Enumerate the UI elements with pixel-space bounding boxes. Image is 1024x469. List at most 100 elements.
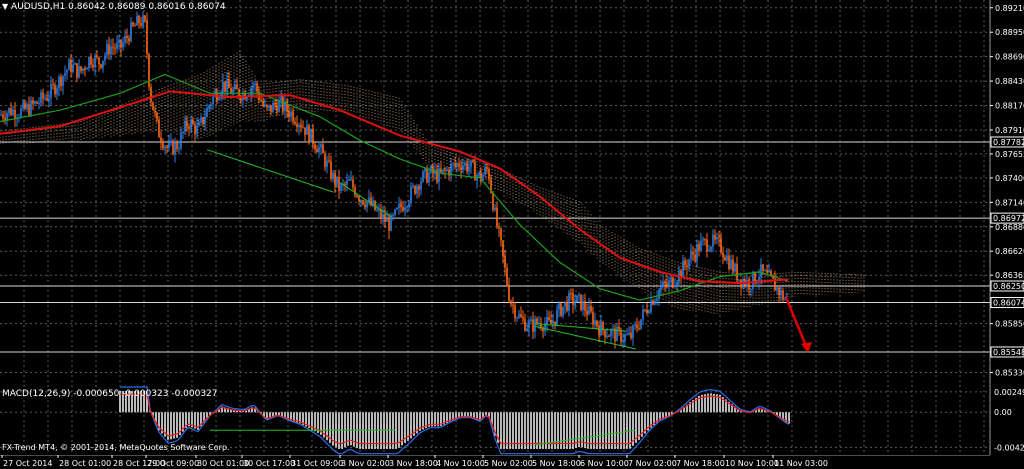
- candle-body: [334, 172, 336, 186]
- time-axis: 27 Oct 2014 28 Oct 01:00 28 Oct 17:0029 Oc…: [0, 455, 990, 468]
- candle-body: [404, 207, 406, 211]
- trendline[interactable]: [534, 323, 627, 332]
- time-axis-label: 7 Nov 02:00: [628, 459, 677, 468]
- candle-body: [596, 320, 598, 327]
- candle-body: [408, 202, 410, 208]
- price-axis-label: 0.86880: [995, 223, 1024, 232]
- candle-body: [764, 270, 766, 272]
- trendline[interactable]: [206, 149, 334, 193]
- candle-body: [286, 101, 288, 112]
- candle-body: [104, 55, 106, 61]
- candle-body: [694, 254, 696, 260]
- candle-body: [394, 209, 396, 215]
- price-axis-label: 0.87655: [995, 150, 1024, 159]
- candle-body: [570, 292, 572, 294]
- candle-body: [188, 126, 190, 129]
- candle-body: [26, 104, 28, 109]
- candle-body: [470, 160, 472, 167]
- candle-body: [38, 102, 40, 104]
- candle-body: [424, 168, 426, 172]
- down-arrow-line[interactable]: [784, 296, 810, 352]
- candle-body: [0, 114, 2, 116]
- candle-body: [276, 105, 278, 112]
- candle-body: [412, 185, 414, 187]
- time-axis-label: 3 Nov 02:00: [341, 459, 390, 468]
- price-chart-panel[interactable]: 0.89210 0.88950 0.88690 0.88430 0.88170 0.879…: [0, 0, 1024, 385]
- candle-body: [550, 319, 552, 324]
- candle-body: [20, 108, 22, 118]
- candle-body: [270, 105, 272, 112]
- candle-body: [686, 265, 688, 268]
- candle-body: [94, 55, 96, 68]
- time-axis-label: 11 Nov 03:00: [774, 459, 828, 468]
- candle-body: [526, 328, 528, 331]
- candle-body: [710, 246, 712, 251]
- candle-body: [58, 76, 60, 89]
- price-axis-label: 0.86620: [995, 247, 1024, 256]
- candle-body: [726, 255, 728, 261]
- candle-body: [70, 59, 72, 72]
- candle-body: [416, 186, 418, 194]
- candle-body: [706, 239, 708, 252]
- candle-body: [588, 305, 590, 315]
- candle-body: [296, 123, 298, 128]
- down-arrow-icon[interactable]: [801, 341, 812, 353]
- candle-body: [36, 101, 38, 104]
- candle-body: [760, 264, 762, 277]
- candle-body: [158, 119, 160, 138]
- symbol-label: AUDUSD,H1: [11, 2, 66, 12]
- time-axis-label: 29 Oct 09:00: [147, 459, 199, 468]
- time-axis-label: 7 Nov 18:00: [676, 459, 725, 468]
- candle-body: [116, 42, 118, 49]
- candle-body: [266, 105, 268, 108]
- candle-body: [144, 16, 146, 21]
- candle-body: [528, 321, 530, 329]
- candle-body: [402, 207, 404, 211]
- candle-body: [336, 176, 338, 186]
- price-chart-canvas[interactable]: 0.89210 0.88950 0.88690 0.88430 0.88170 0.879…: [0, 0, 1024, 385]
- candle-body: [654, 300, 656, 305]
- price-tag-label: 0.85548: [993, 348, 1024, 357]
- candle-body: [582, 301, 584, 310]
- candle-body: [618, 326, 620, 330]
- candle-body: [86, 68, 88, 70]
- candle-body: [508, 285, 510, 301]
- candle-body: [164, 146, 166, 149]
- candle-body: [388, 218, 390, 231]
- candle-body: [562, 306, 564, 316]
- price-axis-label: 0.89210: [995, 4, 1024, 13]
- candle-body: [274, 102, 276, 106]
- dropdown-triangle-icon[interactable]: ▼: [2, 2, 8, 11]
- candle-body: [734, 263, 736, 272]
- candle-body: [222, 81, 224, 93]
- candle-body: [56, 88, 58, 95]
- candle-body: [348, 180, 350, 182]
- candle-body: [184, 120, 186, 132]
- candle-body: [762, 264, 764, 271]
- macd-panel[interactable]: 0.002493 0.00 -0.004298 MACD(12,26,9) -0.0…: [0, 385, 1024, 455]
- candle-body: [666, 283, 668, 286]
- candle-body: [170, 140, 172, 143]
- candle-body: [644, 309, 646, 311]
- candle-body: [652, 300, 654, 305]
- candle-body: [566, 301, 568, 311]
- candle-body: [622, 340, 624, 343]
- candle-body: [30, 100, 32, 115]
- trendline[interactable]: [339, 182, 393, 218]
- candle-body: [10, 108, 12, 115]
- candle-body: [282, 97, 284, 112]
- candle-body: [136, 15, 138, 26]
- candle-body: [632, 325, 634, 338]
- candle-body: [364, 204, 366, 208]
- candle-body: [74, 63, 76, 65]
- macd-axis-label: 0.00: [994, 408, 1012, 417]
- candle-body: [572, 293, 574, 305]
- candle-body: [738, 279, 740, 281]
- macd-label: MACD(12,26,9) -0.000650 -0.000323 -0.000…: [2, 389, 218, 399]
- candle-body: [306, 125, 308, 135]
- candle-body: [236, 84, 238, 90]
- candle-body: [100, 64, 102, 68]
- price-axis-label: 0.88430: [995, 77, 1024, 86]
- candle-body: [358, 196, 360, 201]
- candle-body: [608, 335, 610, 337]
